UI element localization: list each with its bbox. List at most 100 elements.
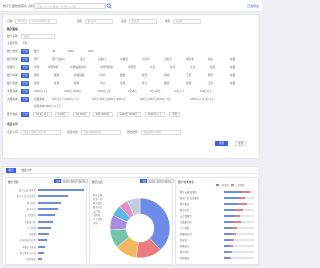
category-tag[interactable]: DOS xyxy=(87,49,95,54)
region-tag[interactable]: 全部 xyxy=(21,56,30,62)
size-tag[interactable]: 50-500亿 xyxy=(73,111,90,117)
date-start-field[interactable]: 2022年 xyxy=(15,18,27,24)
search-button[interactable]: 搜索 xyxy=(215,140,229,146)
scope-tag[interactable]: 工程 xyxy=(185,73,192,78)
status-tag[interactable]: 注销 xyxy=(119,81,126,86)
search-input[interactable]: 请输入企业名称/统一社会信用代码 xyxy=(34,3,106,9)
category-tag[interactable]: 数字 xyxy=(33,49,40,54)
size-tag[interactable]: 5-50亿 xyxy=(55,111,69,117)
status-tag[interactable]: 其他 xyxy=(229,81,236,86)
capital2-tag[interactable]: 实缴资本 xyxy=(33,97,45,102)
status-tag[interactable]: 在建 xyxy=(53,81,60,86)
area2-tag[interactable]: 其他 xyxy=(229,65,236,70)
region-tag[interactable]: 进口 xyxy=(79,57,86,62)
region-tag[interactable]: 可打印 xyxy=(141,57,151,62)
source-select[interactable]: 请选择 xyxy=(129,18,157,24)
area2-tag[interactable]: 中部国家级 xyxy=(99,65,114,70)
size-tag[interactable]: 500-1000亿 xyxy=(93,111,113,117)
status-tag[interactable]: 中止 xyxy=(99,81,106,86)
bar-label: 网络安全服务 xyxy=(22,246,36,249)
area2-tag[interactable]: 西北 xyxy=(209,65,216,70)
area2-tag[interactable]: 中西 xyxy=(33,65,40,70)
region-tag[interactable]: 电信专 xyxy=(185,57,195,62)
capital2-tag[interactable]: 1000万以上(1亿以上) xyxy=(189,97,216,102)
ranking-bar-a xyxy=(224,197,239,199)
area2-tag[interactable]: 中西部 xyxy=(127,65,137,70)
size-tag[interactable]: 不限 xyxy=(169,111,181,117)
region-tag[interactable]: 可编辑 xyxy=(119,57,129,62)
donut-label: 数字产业 xyxy=(93,197,103,201)
area2-tag[interactable]: 东北 xyxy=(189,65,196,70)
category-tag[interactable]: 全部 xyxy=(21,48,30,54)
region-tag[interactable]: 国产 xyxy=(33,57,40,62)
ranking-bar-b xyxy=(230,245,233,247)
area2-tag[interactable]: 中部地区 xyxy=(47,65,59,70)
project-status-select[interactable]: 请选择项目状态 xyxy=(81,129,121,135)
region-tag[interactable]: 可指导 xyxy=(163,57,173,62)
search-icon[interactable] xyxy=(106,3,112,9)
capital-tag[interactable]: 100亿以上 xyxy=(199,89,213,94)
status-tag[interactable]: 撤销 xyxy=(163,81,170,86)
size-tag[interactable]: 1000亿-5000亿 xyxy=(117,111,141,117)
capital-tag[interactable]: 1000万-5000万 xyxy=(63,89,83,94)
category-tag[interactable]: 3D xyxy=(51,49,56,54)
area2-tag[interactable]: 中部偏南区域 xyxy=(69,65,87,70)
ranking-bar-b xyxy=(231,233,236,235)
region-tag[interactable]: 指标 xyxy=(207,57,214,62)
region-tag[interactable]: 自助扫 xyxy=(97,57,107,62)
size-tag[interactable]: 全部 xyxy=(21,111,30,117)
reset-button[interactable]: 重置 xyxy=(235,140,247,146)
region-tag[interactable]: 国产自助扫 xyxy=(51,57,66,62)
area2-tag[interactable]: 全部 xyxy=(21,64,30,70)
capital-tag[interactable]: 1亿-5亿 xyxy=(127,89,138,94)
scope-tag[interactable]: 金融 xyxy=(163,73,170,78)
scope-tag[interactable]: 科学 xyxy=(99,73,106,78)
scope-tag[interactable]: 全部 xyxy=(21,72,30,78)
scope-tag[interactable]: 通信 xyxy=(33,73,40,78)
capital-tag[interactable]: 5000万-1亿 xyxy=(97,89,112,94)
ranking-label: 数字产业·信息服务 xyxy=(180,198,200,200)
base-value[interactable]: 不限 xyxy=(21,41,28,46)
capital2-tag[interactable]: 100万以下(1000万以下) xyxy=(51,97,80,102)
scope-tag[interactable]: 其他 xyxy=(229,73,236,78)
scope-tag[interactable]: 数据 xyxy=(119,73,126,78)
ranking-bar-b xyxy=(228,257,231,259)
capital2-tag[interactable]: 全部 xyxy=(21,96,30,102)
scope-tag[interactable]: 能源 xyxy=(53,73,60,78)
pie-tab[interactable]: 按领域 xyxy=(163,179,174,183)
scope-tag[interactable]: 服务 xyxy=(207,73,214,78)
capital-tag[interactable]: 10亿以上 xyxy=(173,89,186,94)
capital-tag[interactable]: 全部 xyxy=(21,88,30,94)
tab-distribution[interactable]: 数据分布 xyxy=(19,168,34,173)
area2-tag[interactable]: 华北 xyxy=(169,65,176,70)
capital-tag[interactable]: 5亿-10亿 xyxy=(149,89,161,94)
name-input[interactable]: 请输入 xyxy=(21,33,55,39)
status-tag[interactable]: 全部 xyxy=(21,80,30,86)
bar-tab[interactable]: 按领域 xyxy=(77,179,88,183)
project-region-select[interactable]: 请选择所在地区 xyxy=(141,129,181,135)
size-tag[interactable]: 5000亿以上 xyxy=(145,111,165,117)
capital2-tag[interactable]: 100万-500万(1000万-5000万) xyxy=(91,97,127,102)
export-button[interactable]: 已选导出 xyxy=(247,4,259,8)
status-tag[interactable]: 转让 xyxy=(141,81,148,86)
status-tag[interactable]: 吊销 xyxy=(185,81,192,86)
region-tag[interactable]: 其他 xyxy=(229,57,236,62)
size-tag[interactable]: 50-2亿以上 xyxy=(33,111,52,117)
status-row: 数字状态 全部 运营 在建 规划 中止 注销 转让 撤销 吊销 迁出 其他 xyxy=(3,80,261,86)
capital-tag[interactable]: 1000万以下 xyxy=(33,89,49,94)
project-input[interactable]: 请输入项目公司名称 xyxy=(21,129,61,135)
area2-tag[interactable]: 华东 xyxy=(149,65,156,70)
status-tag[interactable]: 迁出 xyxy=(207,81,214,86)
status-tag[interactable]: 运营 xyxy=(33,81,40,86)
area-select[interactable]: 省/市/区 xyxy=(85,18,113,24)
capital2-tag[interactable]: 500万-1000万(5000万-1亿) xyxy=(139,97,172,102)
scope-row: 数字领域 全部 通信 能源 交通运输 科学 数据 政务 金融 工程 服务 其他 xyxy=(3,72,261,78)
category-tag[interactable]: DEM xyxy=(67,49,75,54)
scope-tag[interactable]: 政务 xyxy=(141,73,148,78)
scope-tag[interactable]: 交通运输 xyxy=(73,73,85,78)
status-tag[interactable]: 规划 xyxy=(73,81,80,86)
extra-tag[interactable]: 超值资本(2000万以下) xyxy=(33,104,61,109)
type-select[interactable]: 请选择 xyxy=(173,18,201,24)
tab-overview[interactable]: 概览 xyxy=(6,168,17,173)
date-end-field[interactable]: 2023年09月01日 xyxy=(29,18,57,24)
